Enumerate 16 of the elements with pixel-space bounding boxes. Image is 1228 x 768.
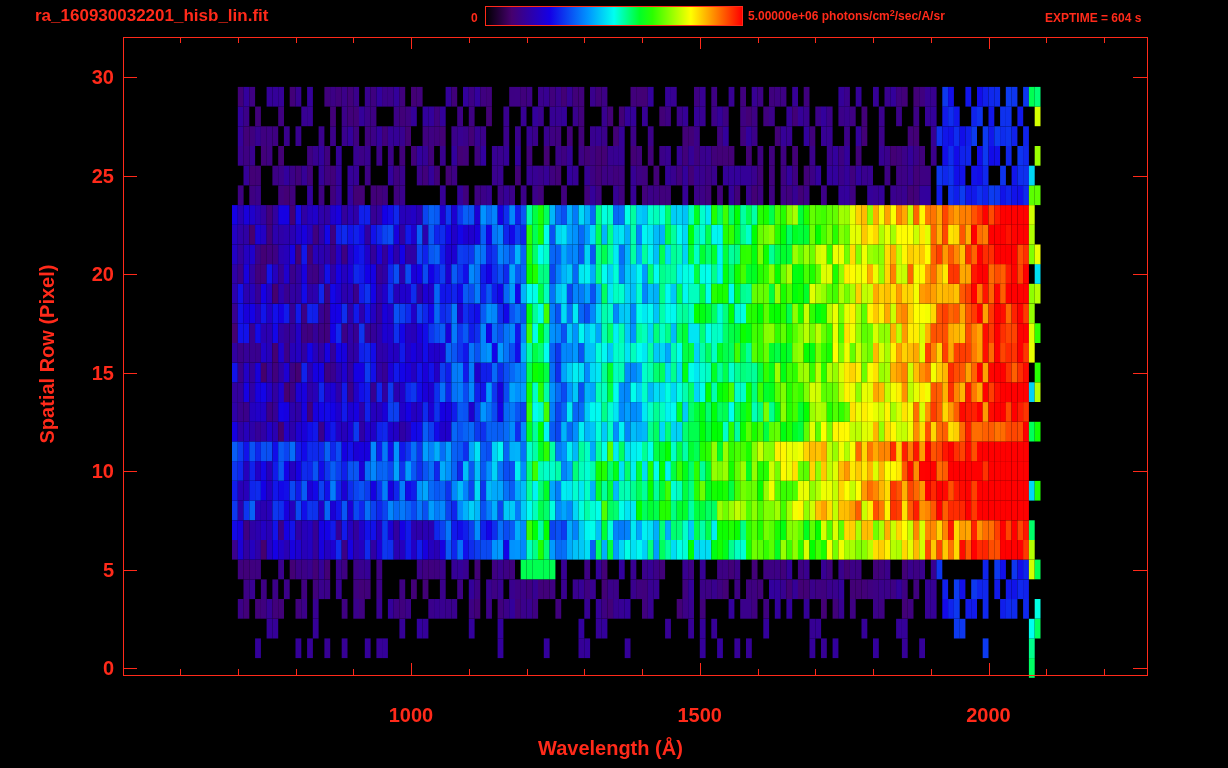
y-tick-label: 0	[102, 657, 114, 679]
y-tick-label: 10	[91, 460, 114, 482]
y-tick-label: 25	[91, 164, 114, 187]
x-axis-label: Wavelength (Å)	[538, 738, 683, 758]
colorbar-max-label: 5.00000e+06 photons/cm$^{2}$/sec/A/sr	[748, 10, 945, 22]
exposure-time: EXPTIME = 604 s	[1045, 12, 1142, 24]
y-tick-label: 20	[91, 263, 114, 285]
x-tick-label: 1500	[677, 704, 722, 726]
x-tick-label: 1000	[388, 704, 434, 726]
plot-title: ra_160930032201_hisb_lin.fit	[35, 7, 269, 24]
y-tick-label: 30	[91, 66, 114, 88]
colorbar-min-label: 0	[471, 12, 478, 24]
y-axis-label: Spatial Row (Pixel)	[37, 264, 57, 444]
y-tick-label: 15	[91, 361, 114, 384]
x-tick-label: 2000	[966, 704, 1011, 726]
y-tick-label: 5	[102, 558, 114, 581]
